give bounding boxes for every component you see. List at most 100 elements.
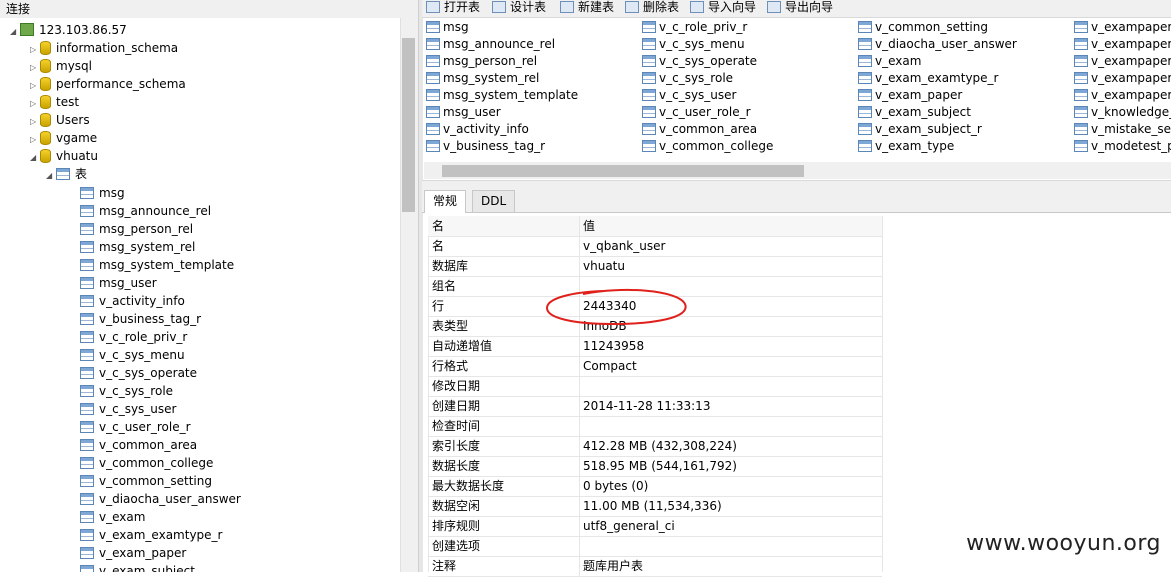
object-label: msg_announce_rel bbox=[443, 37, 556, 51]
property-row: 排序规则 utf8_general_ci bbox=[428, 516, 882, 537]
object-list-item[interactable]: v_diaocha_user_answer bbox=[858, 36, 1017, 53]
tree-server-node[interactable]: ◢ 123.103.86.57 bbox=[10, 21, 127, 39]
object-list-item[interactable]: msg_user bbox=[426, 104, 501, 121]
tree-table-node[interactable]: v_exam bbox=[80, 508, 145, 526]
tree-table-node[interactable]: v_common_area bbox=[80, 436, 197, 454]
export-wizard-button[interactable]: 导出向导 bbox=[767, 0, 833, 16]
tree-database-node[interactable]: ◢ vhuatu bbox=[30, 147, 98, 165]
object-list-item[interactable]: v_exam bbox=[858, 53, 921, 70]
tree-table-node[interactable]: v_exam_subject bbox=[80, 562, 195, 572]
design-table-button[interactable]: 设计表 bbox=[492, 0, 546, 16]
object-list-item[interactable]: v_exampaper_ bbox=[1074, 70, 1171, 87]
tree-table-node[interactable]: msg_user bbox=[80, 274, 157, 292]
object-list-item[interactable]: v_exam_examtype_r bbox=[858, 70, 998, 87]
collapse-arrow-icon[interactable]: ◢ bbox=[46, 167, 56, 185]
tree-table-node[interactable]: v_exam_paper bbox=[80, 544, 186, 562]
table-icon bbox=[80, 331, 94, 343]
tree-table-node[interactable]: v_c_sys_role bbox=[80, 382, 173, 400]
object-list-item[interactable]: msg bbox=[426, 19, 469, 36]
tree-scrollbar-thumb[interactable] bbox=[402, 38, 415, 212]
tree-database-node[interactable]: ▷ vgame bbox=[30, 129, 97, 147]
export-wizard-label: 导出向导 bbox=[785, 0, 834, 14]
object-list-item[interactable]: v_c_sys_user bbox=[642, 87, 736, 104]
tree-database-node[interactable]: ▷ mysql bbox=[30, 57, 92, 75]
tree-table-node[interactable]: msg_system_template bbox=[80, 256, 234, 274]
tree-database-node[interactable]: ▷ test bbox=[30, 93, 79, 111]
object-list-item[interactable]: v_common_setting bbox=[858, 19, 988, 36]
object-list-item[interactable]: v_exampaper_ bbox=[1074, 19, 1171, 36]
tree-table-node[interactable]: v_common_college bbox=[80, 454, 213, 472]
table-icon bbox=[858, 72, 872, 84]
object-label: msg_user bbox=[443, 105, 501, 119]
delete-table-button[interactable]: 删除表 bbox=[625, 0, 679, 16]
object-list-item[interactable]: msg_system_template bbox=[426, 87, 578, 104]
property-name: 表类型 bbox=[432, 319, 469, 333]
object-list-hscrollbar-thumb[interactable] bbox=[442, 165, 804, 177]
object-list-item[interactable]: v_c_role_priv_r bbox=[642, 19, 747, 36]
object-list-item[interactable]: v_exampaper_ bbox=[1074, 87, 1171, 104]
object-list-item[interactable]: v_mistake_set bbox=[1074, 121, 1171, 138]
table-icon bbox=[426, 140, 440, 152]
table-label: v_diaocha_user_answer bbox=[99, 492, 241, 506]
object-list-item[interactable]: v_modetest_p bbox=[1074, 138, 1171, 155]
database-icon bbox=[40, 77, 51, 91]
tree-table-node[interactable]: v_c_sys_user bbox=[80, 400, 176, 418]
object-list-item[interactable]: v_common_college bbox=[642, 138, 773, 155]
object-list-item[interactable]: v_exam_subject bbox=[858, 104, 971, 121]
new-table-button[interactable]: 新建表 bbox=[560, 0, 614, 16]
object-list-item[interactable]: v_activity_info bbox=[426, 121, 529, 138]
object-list[interactable]: msg msg_announce_rel msg_person_rel msg_sys… bbox=[424, 19, 1171, 159]
tree-table-node[interactable]: v_diaocha_user_answer bbox=[80, 490, 241, 508]
tree-table-node[interactable]: v_c_sys_operate bbox=[80, 364, 197, 382]
tree-table-node[interactable]: v_c_user_role_r bbox=[80, 418, 191, 436]
table-icon bbox=[642, 140, 656, 152]
object-list-item[interactable]: v_c_sys_role bbox=[642, 70, 733, 87]
object-label: v_c_sys_operate bbox=[659, 54, 758, 68]
collapse-arrow-icon[interactable]: ◢ bbox=[10, 23, 20, 41]
object-list-item[interactable]: v_exam_subject_r bbox=[858, 121, 982, 138]
tables-folder-label: 表 bbox=[75, 167, 88, 181]
property-row: 最大数据长度 0 bytes (0) bbox=[428, 476, 882, 497]
tab-ddl[interactable]: DDL bbox=[472, 190, 516, 212]
tree-table-node[interactable]: v_activity_info bbox=[80, 292, 185, 310]
object-list-item[interactable]: v_exampaper_ bbox=[1074, 53, 1171, 70]
object-list-item[interactable]: v_c_user_role_r bbox=[642, 104, 751, 121]
tree-database-node[interactable]: ▷ performance_schema bbox=[30, 75, 186, 93]
object-label: v_exam_subject bbox=[875, 105, 971, 119]
import-wizard-button[interactable]: 导入向导 bbox=[690, 0, 756, 16]
table-icon bbox=[858, 106, 872, 118]
object-list-item[interactable]: v_c_sys_menu bbox=[642, 36, 745, 53]
object-list-item[interactable]: msg_system_rel bbox=[426, 70, 539, 87]
tree-table-node[interactable]: v_c_sys_menu bbox=[80, 346, 185, 364]
collapse-arrow-icon[interactable]: ◢ bbox=[30, 149, 40, 167]
object-list-item[interactable]: v_exampaper_ bbox=[1074, 36, 1171, 53]
tree-table-node[interactable]: v_common_setting bbox=[80, 472, 212, 490]
database-icon bbox=[40, 113, 51, 127]
object-list-item[interactable]: v_exam_paper bbox=[858, 87, 962, 104]
properties-scrollbar[interactable] bbox=[1160, 214, 1171, 572]
tree-table-node[interactable]: v_business_tag_r bbox=[80, 310, 201, 328]
tree-table-node[interactable]: v_c_role_priv_r bbox=[80, 328, 187, 346]
tree-table-node[interactable]: msg_announce_rel bbox=[80, 202, 211, 220]
object-list-item[interactable]: msg_person_rel bbox=[426, 53, 537, 70]
tree-database-node[interactable]: ▷ information_schema bbox=[30, 39, 178, 57]
tree-database-node[interactable]: ▷ Users bbox=[30, 111, 90, 129]
panel-splitter[interactable] bbox=[418, 0, 423, 572]
export-icon bbox=[767, 1, 781, 13]
tree-table-node[interactable]: msg_system_rel bbox=[80, 238, 195, 256]
object-list-item[interactable]: v_c_sys_operate bbox=[642, 53, 757, 70]
property-name: 注释 bbox=[432, 559, 457, 573]
object-list-item[interactable]: v_business_tag_r bbox=[426, 138, 545, 155]
tree-table-node[interactable]: v_exam_examtype_r bbox=[80, 526, 222, 544]
connection-tree[interactable]: ◢ 123.103.86.57 ▷ information_schema ▷ mysql ▷… bbox=[0, 18, 400, 572]
object-list-item[interactable]: v_exam_type bbox=[858, 138, 954, 155]
object-list-item[interactable]: msg_announce_rel bbox=[426, 36, 555, 53]
table-icon bbox=[80, 223, 94, 235]
object-list-item[interactable]: v_common_area bbox=[642, 121, 757, 138]
tab-general[interactable]: 常规 bbox=[424, 190, 467, 213]
object-list-item[interactable]: v_knowledge_ bbox=[1074, 104, 1171, 121]
tree-table-node[interactable]: msg_person_rel bbox=[80, 220, 193, 238]
tree-tables-folder[interactable]: ◢ 表 bbox=[46, 165, 87, 183]
tree-table-node[interactable]: msg bbox=[80, 184, 125, 202]
open-table-button[interactable]: 打开表 bbox=[426, 0, 480, 16]
